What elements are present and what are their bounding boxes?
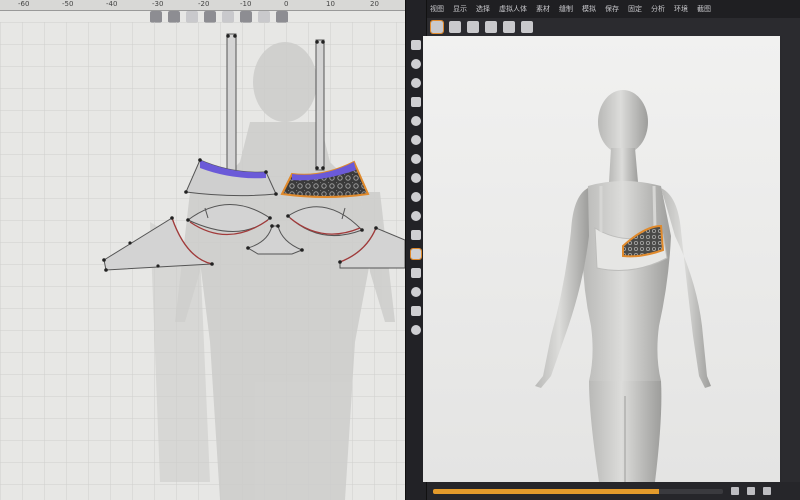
rotate-icon[interactable] [411,78,421,88]
menu-item-material[interactable]: 素材 [536,4,550,14]
ruler-tick: 20 [370,0,379,8]
ruler-tick: -10 [240,0,252,8]
settings-icon[interactable] [763,487,771,495]
menu-item-environment[interactable]: 环境 [674,4,688,14]
avatar-3d [535,90,711,482]
pattern-2d-window[interactable]: -60 -50 -40 -30 -20 -10 0 10 20 [0,0,405,500]
ruler-tick: -20 [198,0,210,8]
view-left-icon[interactable] [485,21,497,33]
menu-item-view[interactable]: 视图 [430,4,444,14]
ruler-tick: -50 [62,0,74,8]
record-button-icon[interactable] [747,487,755,495]
menu-item-avatar[interactable]: 虚拟人体 [499,4,527,14]
tack-icon[interactable] [411,268,421,278]
menu-item-select[interactable]: 选择 [476,4,490,14]
box-icon[interactable] [411,135,421,145]
view-right-icon[interactable] [503,21,515,33]
strap-right[interactable] [315,39,325,171]
avatar-icon[interactable] [411,230,421,240]
timeline-progress-fill [433,488,660,494]
menu-item-display[interactable]: 显示 [453,4,467,14]
menu-item-simulation[interactable]: 模拟 [582,4,596,14]
ruler-tick: 0 [284,0,289,8]
timeline-progress[interactable] [433,488,723,494]
ruler-tick: 10 [326,0,335,8]
view-toolbar [427,18,800,36]
fabric-icon[interactable] [410,248,422,260]
play-icon[interactable] [731,487,739,495]
brush-icon[interactable] [411,287,421,297]
select-mesh-icon[interactable] [411,40,421,50]
menu-item-analysis[interactable]: 分析 [651,4,665,14]
viewport-3d[interactable] [423,36,780,482]
ruler-tick: -30 [152,0,164,8]
sphere-icon[interactable] [411,116,421,126]
move-icon[interactable] [411,59,421,69]
record-icon[interactable] [411,325,421,335]
garment-3d-window[interactable]: 视图 显示 选择 虚拟人体 素材 缝制 模拟 保存 固定 分析 环境 截图 [423,0,800,500]
menu-bar: 视图 显示 选择 虚拟人体 素材 缝制 模拟 保存 固定 分析 环境 截图 [427,0,800,18]
menu-item-sewing[interactable]: 缝制 [559,4,573,14]
timeline-bar [427,482,800,500]
ruler-tick: -60 [18,0,30,8]
view-front-icon[interactable] [449,21,461,33]
property-strip [782,36,800,482]
pin-icon[interactable] [411,192,421,202]
measure-icon[interactable] [411,306,421,316]
menu-item-fix[interactable]: 固定 [628,4,642,14]
view-back-icon[interactable] [467,21,479,33]
home-icon[interactable] [430,20,444,34]
menu-item-screenshot[interactable]: 截图 [697,4,711,14]
strap-left[interactable] [226,33,237,177]
pattern-canvas[interactable] [0,22,405,500]
fold-icon[interactable] [411,97,421,107]
view-top-icon[interactable] [521,21,533,33]
sew-icon[interactable] [411,211,421,221]
cylinder-icon[interactable] [411,154,421,164]
tape-icon[interactable] [411,173,421,183]
ruler-tick: -40 [106,0,118,8]
menu-item-save[interactable]: 保存 [605,4,619,14]
